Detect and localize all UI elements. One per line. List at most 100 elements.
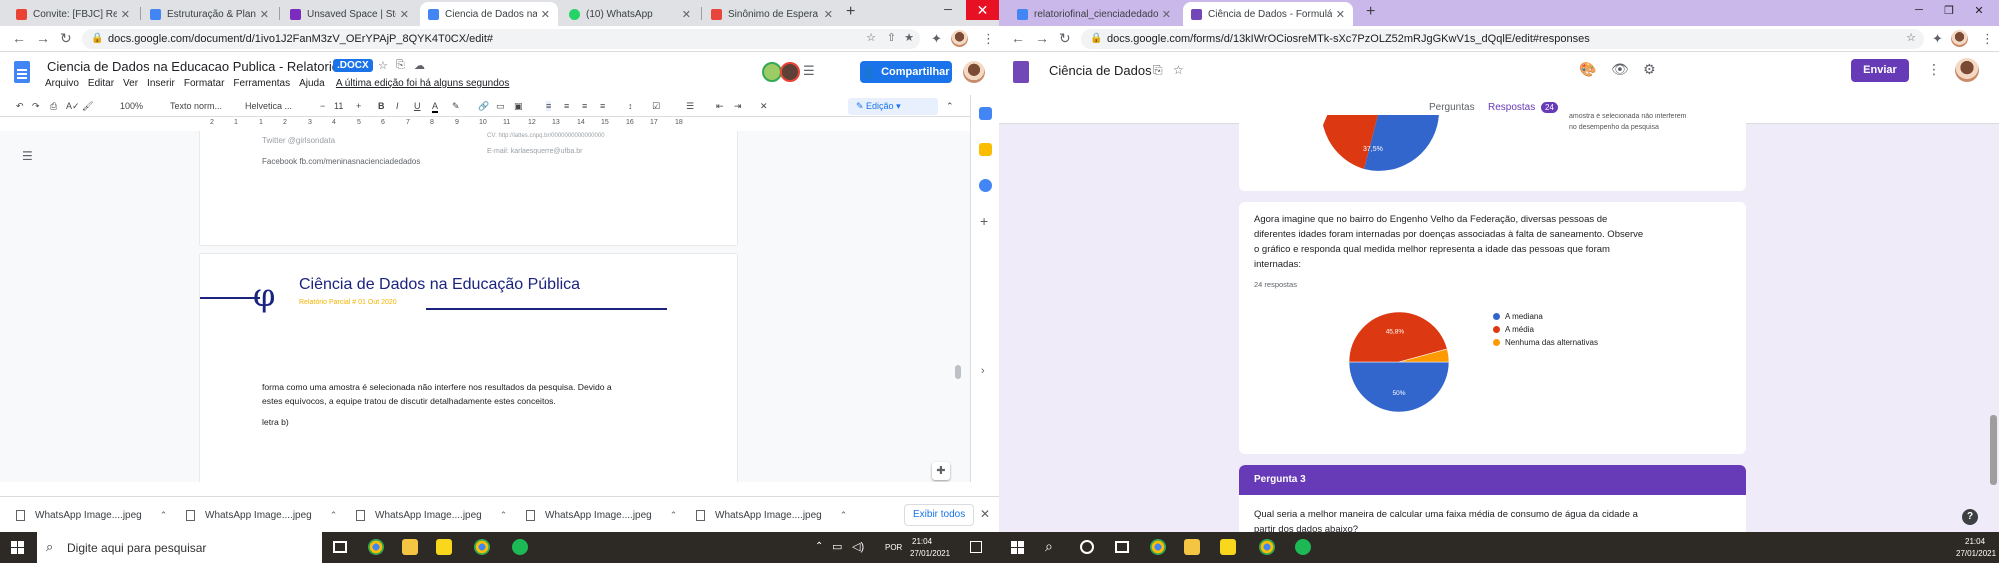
expand-panel-icon[interactable]: ›	[981, 365, 985, 377]
download-item[interactable]: WhatsApp Image....jpeg ⌃	[526, 497, 677, 532]
pie-slice[interactable]	[1349, 361, 1449, 412]
forms-logo-icon[interactable]	[1013, 61, 1029, 83]
profile-avatar[interactable]	[951, 30, 968, 47]
style-select[interactable]: Texto norm...	[170, 101, 222, 111]
editing-mode-select[interactable]: ✎ Edição ▾	[848, 98, 938, 115]
collapse-toolbar-icon[interactable]: ⌃	[946, 101, 954, 112]
volume-icon[interactable]: ◁)	[852, 540, 864, 553]
account-avatar[interactable]	[963, 61, 985, 83]
sticky-notes-icon[interactable]	[436, 539, 452, 555]
email-link[interactable]: E-mail: karlaesquerre@ufba.br	[487, 148, 582, 155]
text-color-icon[interactable]: A	[432, 101, 439, 113]
redo-icon[interactable]: ↷	[32, 101, 40, 112]
menu-ver[interactable]: Ver	[123, 78, 138, 89]
download-item[interactable]: WhatsApp Image....jpeg ⌃	[696, 497, 847, 532]
menu-formatar[interactable]: Formatar	[184, 78, 225, 89]
menu-ferramentas[interactable]: Ferramentas	[233, 78, 290, 89]
task-view-icon[interactable]	[1115, 541, 1129, 553]
font-size-decrease[interactable]: −	[320, 101, 325, 111]
move-to-folder-icon[interactable]: ⎘	[1153, 63, 1163, 78]
tab-whatsapp[interactable]: (10) WhatsApp ✕	[561, 2, 699, 26]
profile-avatar[interactable]	[1951, 30, 1968, 47]
tasks-icon[interactable]	[979, 179, 992, 192]
help-button[interactable]: ?	[1962, 509, 1978, 525]
tab-docs-active[interactable]: Ciencia de Dados na Ed✕	[420, 2, 558, 26]
extensions-icon[interactable]: ✦	[1932, 31, 1943, 47]
menu-arquivo[interactable]: Arquivo	[45, 78, 79, 89]
menu-ajuda[interactable]: Ajuda	[299, 78, 325, 89]
docs-logo-icon[interactable]	[14, 61, 30, 83]
menu-dots-icon[interactable]: ⋮	[1927, 61, 1941, 78]
windows-start-icon[interactable]	[1011, 541, 1024, 554]
back-icon[interactable]: ←	[1011, 30, 1025, 46]
chevron-up-icon[interactable]: ⌃	[330, 510, 338, 521]
show-all-downloads-button[interactable]: Exibir todos	[904, 504, 975, 526]
tray-chevron-icon[interactable]: ⌃	[815, 541, 823, 552]
search-icon[interactable]: ⌕	[1045, 538, 1053, 555]
clock-date[interactable]: 27/01/2021	[910, 549, 950, 558]
spotify-icon[interactable]	[1295, 539, 1311, 555]
sticky-notes-icon[interactable]	[1220, 539, 1236, 555]
chrome-icon[interactable]	[1150, 539, 1166, 555]
task-view-icon[interactable]	[333, 541, 347, 553]
menu-dots-icon[interactable]: ⋮	[1981, 31, 1994, 47]
chrome-icon[interactable]	[1259, 539, 1275, 555]
align-center-icon[interactable]: ≡	[564, 101, 569, 111]
file-explorer-icon[interactable]	[1184, 539, 1200, 555]
menu-inserir[interactable]: Inserir	[147, 78, 175, 89]
cv-link[interactable]: CV: http://lattes.cnpq.br/00000000000000…	[487, 133, 605, 139]
chevron-up-icon[interactable]: ⌃	[160, 510, 168, 521]
link-icon[interactable]: 🔗	[478, 101, 489, 112]
maximize-button[interactable]: ❐	[1934, 0, 1964, 20]
chevron-up-icon[interactable]: ⌃	[670, 510, 678, 521]
highlight-icon[interactable]: ✎	[452, 101, 460, 112]
chevron-up-icon[interactable]: ⌃	[840, 510, 848, 521]
download-item[interactable]: WhatsApp Image....jpeg ⌃	[16, 497, 167, 532]
cortana-icon[interactable]	[298, 540, 312, 554]
clear-format-icon[interactable]: ✕	[760, 101, 768, 112]
align-right-icon[interactable]: ≡	[582, 101, 587, 111]
cortana-icon[interactable]	[1080, 540, 1094, 554]
palette-icon[interactable]: 🎨	[1579, 61, 1596, 78]
close-icon[interactable]: ✕	[541, 8, 550, 21]
forward-icon[interactable]: →	[36, 30, 50, 46]
tab-forms-active[interactable]: Ciência de Dados - Formulários G✕	[1183, 2, 1353, 26]
bookmark-icon[interactable]: ☆	[866, 31, 876, 44]
download-item[interactable]: WhatsApp Image....jpeg ⌃	[356, 497, 507, 532]
windows-start-icon[interactable]	[11, 541, 24, 554]
share-button[interactable]: 👤 Compartilhar	[860, 61, 952, 83]
explore-icon[interactable]: ✚	[932, 462, 950, 480]
calendar-icon[interactable]	[979, 107, 992, 120]
comments-icon[interactable]: ☰	[803, 63, 819, 79]
chevron-up-icon[interactable]: ⌃	[500, 510, 508, 521]
close-window-button[interactable]: ✕	[1964, 0, 1994, 20]
line-spacing-icon[interactable]: ↕	[628, 101, 633, 111]
add-addon-icon[interactable]: +	[980, 213, 988, 229]
share-icon[interactable]: ⇧	[887, 31, 896, 44]
menu-editar[interactable]: Editar	[88, 78, 114, 89]
clock-time[interactable]: 21:04	[912, 537, 932, 546]
document-title[interactable]: Ciencia de Dados na Educacao Publica - R…	[47, 59, 357, 74]
move-icon[interactable]: ⎘	[396, 59, 405, 72]
notifications-icon[interactable]	[970, 541, 982, 553]
close-icon[interactable]: ✕	[1162, 8, 1171, 21]
tab-estruturacao[interactable]: Estruturação & Planeja✕	[142, 2, 277, 26]
close-icon[interactable]: ✕	[980, 507, 990, 521]
image-icon[interactable]: ▣	[514, 101, 523, 112]
indent-increase-icon[interactable]: ⇥	[734, 101, 742, 112]
font-size-increase[interactable]: +	[356, 101, 361, 111]
star-icon[interactable]: ★	[904, 31, 914, 44]
extensions-icon[interactable]: ✦	[931, 31, 942, 47]
undo-icon[interactable]: ↶	[16, 101, 24, 112]
close-icon[interactable]: ✕	[400, 8, 409, 21]
network-icon[interactable]: ▭	[832, 540, 842, 553]
preview-icon[interactable]: 👁	[1611, 61, 1629, 78]
close-icon[interactable]: ✕	[260, 8, 269, 21]
close-icon[interactable]: ✕	[121, 8, 130, 21]
collaborator-avatar[interactable]	[780, 62, 800, 82]
underline-icon[interactable]: U	[414, 101, 421, 111]
star-icon[interactable]: ☆	[378, 59, 388, 72]
back-icon[interactable]: ←	[12, 30, 26, 46]
minimize-button[interactable]: ─	[933, 0, 963, 20]
menu-dots-icon[interactable]: ⋮	[982, 31, 995, 47]
